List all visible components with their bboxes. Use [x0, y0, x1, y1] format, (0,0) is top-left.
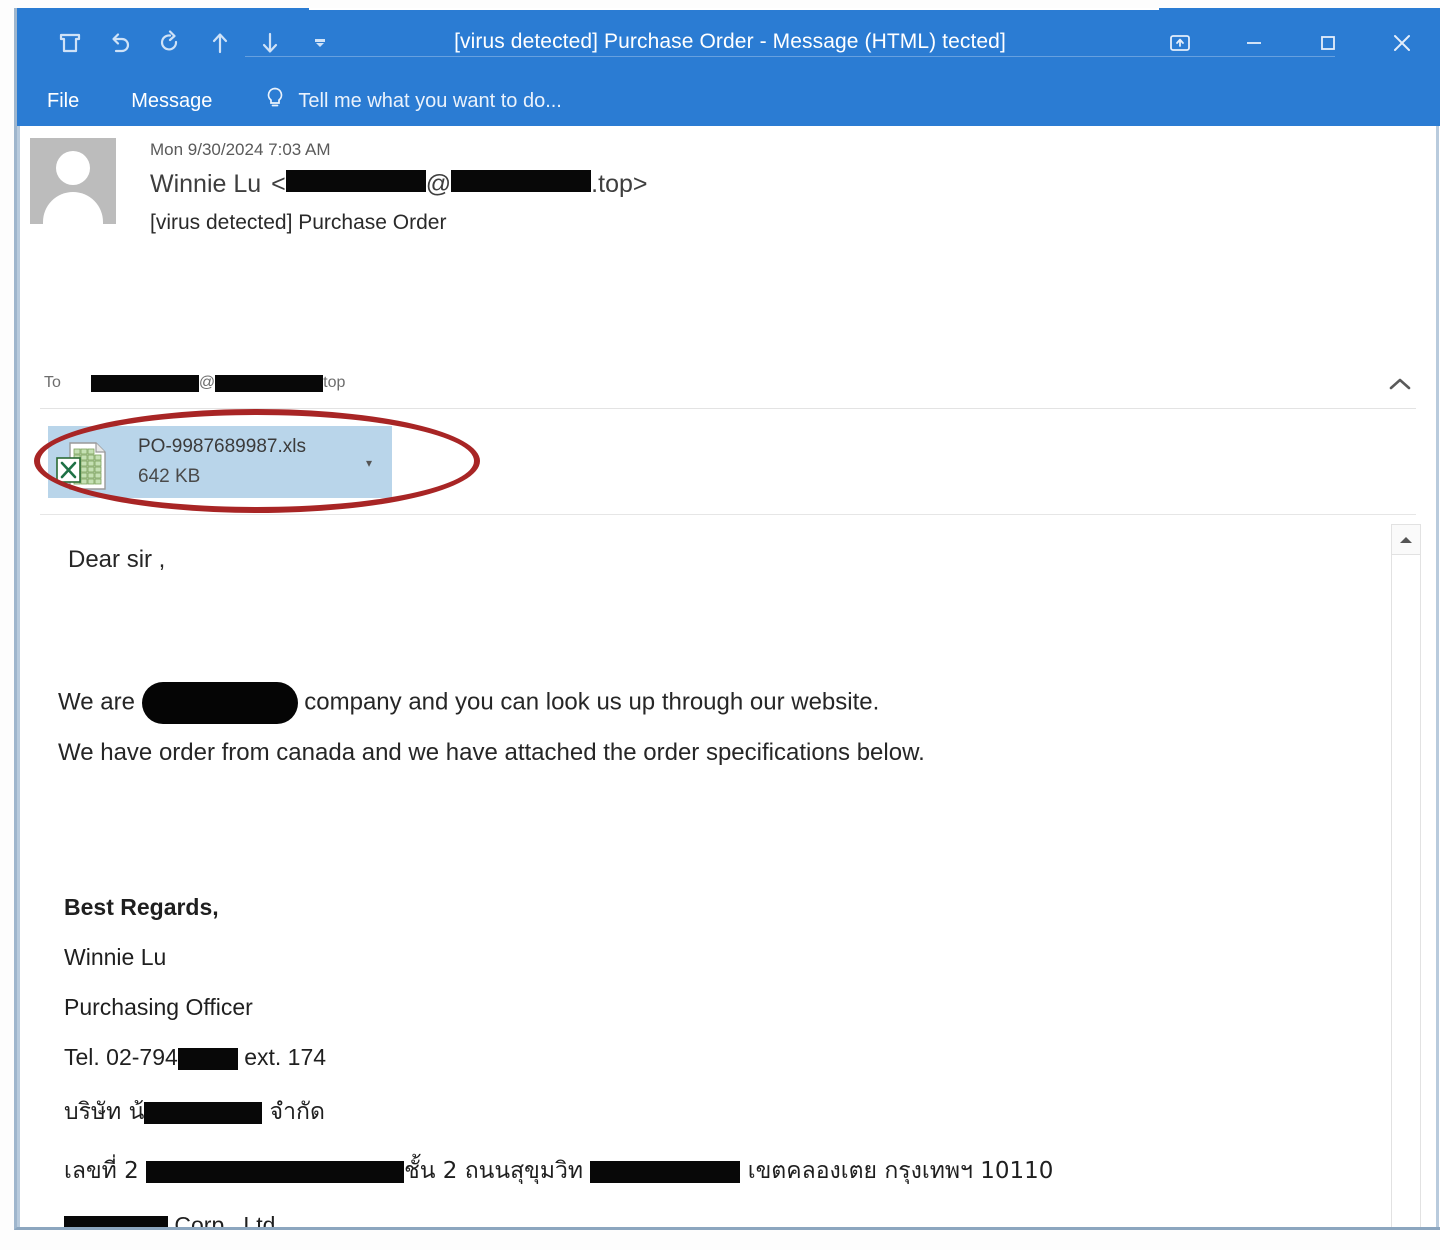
signature-name: Winnie Lu	[64, 944, 167, 970]
corp-name-redaction	[64, 1215, 168, 1227]
window-controls[interactable]	[1157, 20, 1425, 66]
reading-pane: Mon 9/30/2024 7:03 AM Winnie Lu < @ .top…	[17, 126, 1440, 1230]
recipient-row[interactable]: To @ top	[44, 374, 345, 392]
header-divider	[40, 408, 1416, 409]
body-greeting: Dear sir ,	[68, 546, 166, 573]
recipient-at: @	[198, 374, 216, 391]
chevron-down-icon[interactable]: ▾	[366, 456, 372, 470]
thai-address-redaction-1	[146, 1160, 405, 1183]
chevron-up-icon[interactable]	[1385, 374, 1415, 399]
lightbulb-icon	[264, 86, 286, 116]
sender-name: Winnie Lu	[150, 170, 262, 198]
message-body: Dear sir , We are company and you can lo…	[40, 524, 1385, 1230]
outlook-icon[interactable]	[45, 22, 95, 64]
tell-me-search[interactable]: Tell me what you want to do...	[264, 86, 562, 116]
thai-company-redaction	[144, 1101, 263, 1124]
signature-block: Best Regards, Winnie Lu Purchasing Offic…	[64, 894, 1053, 1230]
scrollbar-track[interactable]	[1392, 555, 1420, 1227]
signature-telephone: Tel. 02-794 ext. 174	[64, 1044, 1053, 1071]
signature-thai-company: บริษัท น้ จำกัด	[64, 1094, 1053, 1130]
body-line-1-after: company and you can look us up through o…	[297, 688, 880, 716]
attachment-divider	[40, 514, 1416, 515]
customize-quick-access-toolbar-icon[interactable]	[295, 22, 345, 64]
to-label: To	[44, 374, 61, 391]
quick-access-toolbar[interactable]	[45, 22, 345, 64]
attachment-size: 642 KB	[138, 466, 201, 487]
avatar-body	[43, 192, 103, 224]
avatar	[30, 138, 116, 224]
recipient-domain-redaction	[215, 374, 324, 392]
body-scrollbar[interactable]	[1391, 524, 1421, 1227]
attachment-filename: PO-9987689987.xls	[138, 436, 306, 457]
restore-down-icon[interactable]	[1157, 20, 1203, 66]
thai-company-suffix: จำกัด	[262, 1099, 325, 1125]
tab-message[interactable]: Message	[131, 90, 212, 113]
signature-thai-address: เลขที่ 2 ชั้น 2 ถนนสุขุมวิท เขตคลองเตย ก…	[64, 1153, 1053, 1189]
sender-domain-redaction	[451, 170, 592, 192]
undo-icon[interactable]	[95, 22, 145, 64]
message-header: Mon 9/30/2024 7:03 AM Winnie Lu < @ .top…	[150, 140, 647, 235]
redo-icon[interactable]	[145, 22, 195, 64]
close-icon[interactable]	[1379, 20, 1425, 66]
sender-email-close: .top>	[591, 170, 648, 198]
attachment-chip[interactable]: PO-9987689987.xls 642 KB ▾	[48, 426, 392, 498]
thai-address-part-b: ชั้น 2 ถนนสุขุมวิท	[404, 1158, 591, 1184]
thai-address-part-a: เลขที่ 2	[64, 1158, 147, 1184]
recipient-local-redaction	[90, 374, 199, 392]
title-bar: [virus detected] Purchase Order - Messag…	[17, 8, 1440, 76]
minimize-icon[interactable]	[1231, 20, 1277, 66]
sender-local-redaction	[285, 170, 426, 192]
sender-at: @	[425, 170, 452, 198]
scroll-up-arrow-icon[interactable]	[1392, 525, 1420, 555]
message-sender: Winnie Lu < @ .top>	[150, 170, 647, 199]
ribbon-underline	[245, 56, 1335, 57]
pane-right-border	[1436, 126, 1439, 1227]
body-line-1: We are company and you can look us up th…	[58, 682, 879, 724]
avatar-head	[56, 151, 90, 185]
message-date: Mon 9/30/2024 7:03 AM	[150, 140, 331, 159]
signature-title: Purchasing Officer	[64, 994, 253, 1020]
attachment-text: PO-9987689987.xls 642 KB	[138, 436, 306, 488]
tab-file[interactable]: File	[47, 90, 79, 113]
maximize-icon[interactable]	[1305, 20, 1351, 66]
body-line-1-before: We are	[58, 688, 142, 716]
thai-address-part-c: เขตคลองเตย กรุงเทพฯ 10110	[740, 1158, 1054, 1184]
ribbon-tab-bar: File Message Tell me what you want to do…	[17, 76, 1440, 174]
title-bar-notch	[309, 8, 1159, 10]
tell-me-label: Tell me what you want to do...	[298, 89, 562, 112]
outlook-message-window: [virus detected] Purchase Order - Messag…	[14, 8, 1440, 1230]
signature-corp-line: Corp., Ltd	[64, 1212, 1053, 1230]
telephone-redaction	[177, 1047, 238, 1070]
screenshot-root: [virus detected] Purchase Order - Messag…	[0, 0, 1440, 1250]
company-name-redaction	[141, 682, 298, 724]
telephone-prefix: Tel. 02-794	[64, 1044, 178, 1070]
thai-company-prefix: บริษัท น้	[64, 1099, 145, 1125]
recipient-domain-suffix: top	[323, 374, 346, 391]
body-line-2: We have order from canada and we have at…	[58, 739, 925, 766]
excel-file-icon	[54, 440, 110, 492]
signature-closing: Best Regards,	[64, 894, 219, 920]
next-item-icon[interactable]	[245, 22, 295, 64]
message-subject: [virus detected] Purchase Order	[150, 211, 447, 234]
thai-address-redaction-2	[590, 1160, 741, 1183]
telephone-extension: ext. 174	[237, 1044, 327, 1070]
sender-email-open: <	[271, 170, 286, 198]
corp-suffix: Corp., Ltd	[168, 1212, 276, 1230]
previous-item-icon[interactable]	[195, 22, 245, 64]
